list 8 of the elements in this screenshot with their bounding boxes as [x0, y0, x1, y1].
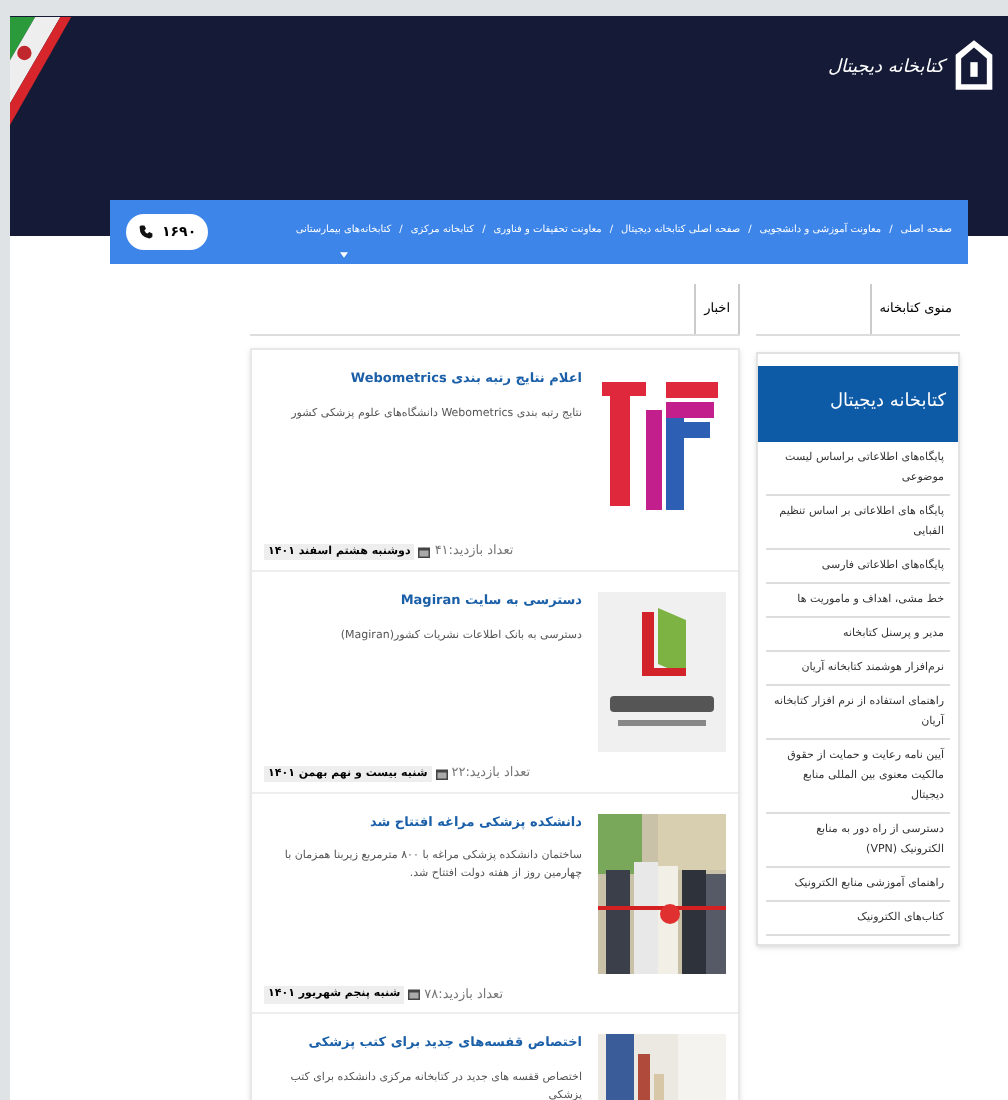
calendar-icon [408, 988, 421, 1001]
calendar-icon [418, 545, 431, 558]
sidebar-title: کتابخانه دیجیتال [758, 366, 958, 441]
caret-icon [339, 252, 348, 258]
calendar-icon [435, 767, 448, 780]
logo-icon [952, 36, 996, 92]
phone-icon [138, 224, 154, 240]
logo-text: کتابخانه دیجیتال [827, 56, 944, 82]
